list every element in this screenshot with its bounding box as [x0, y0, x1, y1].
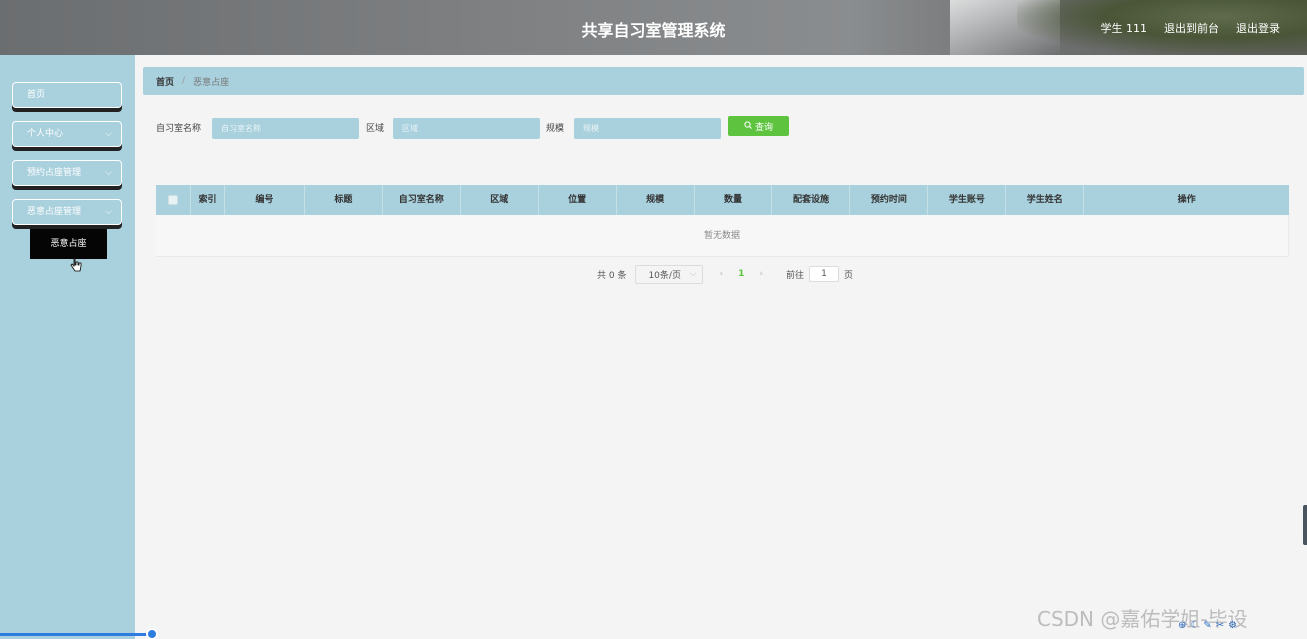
page-unit-label: 页: [843, 270, 853, 281]
room-name-field[interactable]: [212, 118, 359, 139]
header-nav: 学生 111 退出到前台 退出登录: [1101, 20, 1281, 36]
column-header: 位置: [539, 185, 617, 215]
column-header: 索引: [191, 185, 225, 215]
column-header: 配套设施: [772, 185, 851, 215]
sidebar-item-label: 个人中心: [27, 129, 64, 139]
hand-cursor-icon: [70, 257, 82, 277]
prev-page-button[interactable]: ‹: [719, 269, 723, 279]
column-header: 标题: [305, 185, 383, 215]
chevron-down-icon: ⌵: [105, 168, 112, 178]
total-count: 共 0 条: [597, 270, 627, 281]
progress-line: [0, 633, 152, 636]
top-header: 共享自习室管理系统 学生 111 退出到前台 退出登录: [0, 0, 1307, 55]
area-input[interactable]: [402, 124, 539, 133]
pagination: 共 0 条 10条/页 ⌵ ‹ 1 › 前往 1 页: [597, 264, 853, 284]
side-handle[interactable]: [1303, 505, 1307, 545]
sidebar-item-malicious-occupy-management[interactable]: 恶意占座管理 ⌵: [12, 199, 122, 225]
search-label-area: 区域: [366, 124, 385, 134]
scale-input[interactable]: [583, 124, 720, 133]
query-button[interactable]: 查询: [728, 116, 789, 136]
page-number[interactable]: 1: [738, 269, 744, 279]
gear-icon[interactable]: ⚙: [1228, 620, 1237, 631]
breadcrumb-home[interactable]: 首页: [156, 75, 174, 88]
progress-knob[interactable]: [146, 628, 158, 639]
search-label-scale: 规模: [546, 124, 565, 134]
column-header: 学生姓名: [1006, 185, 1085, 215]
back-to-frontend-link[interactable]: 退出到前台: [1164, 20, 1219, 36]
table-header: 索引 编号 标题 自习室名称 区域 位置 规模 数量 配套设施 预约时间 学生账…: [156, 185, 1289, 215]
sidebar-item-reservation-management[interactable]: 预约占座管理 ⌵: [12, 160, 122, 186]
table-empty-state: 暂无数据: [156, 215, 1289, 257]
goto-label: 前往: [785, 270, 804, 281]
pencil-icon[interactable]: ✎: [1203, 620, 1211, 631]
breadcrumb-separator: /: [182, 76, 186, 86]
chevron-down-icon: ⌵: [105, 207, 112, 217]
chevron-down-icon: ⌵: [689, 269, 697, 279]
search-icon: [744, 120, 752, 132]
sidebar-item-label: 恶意占座管理: [27, 207, 82, 217]
breadcrumb: 首页 / 恶意占座: [143, 67, 1304, 95]
logout-link[interactable]: 退出登录: [1236, 20, 1280, 36]
submenu-malicious-occupy[interactable]: 恶意占座: [30, 229, 107, 259]
query-button-label: 查询: [754, 122, 773, 133]
current-user: 学生 111: [1100, 22, 1148, 35]
sidebar-item-personal-center[interactable]: 个人中心 ⌵: [12, 121, 122, 147]
room-name-input[interactable]: [221, 124, 358, 133]
scale-field[interactable]: [574, 118, 721, 139]
select-all-cell[interactable]: [156, 185, 191, 215]
area-field[interactable]: [393, 118, 540, 139]
column-header: 编号: [225, 185, 305, 215]
chevron-down-icon: ⌵: [105, 129, 112, 139]
moon-icon[interactable]: ☾: [1190, 620, 1199, 631]
column-header: 规模: [617, 185, 695, 215]
column-header: 数量: [695, 185, 773, 215]
column-header: 区域: [461, 185, 539, 215]
select-all-checkbox[interactable]: [167, 194, 178, 205]
breadcrumb-current: 恶意占座: [193, 77, 230, 88]
goto-page-input[interactable]: 1: [808, 266, 839, 282]
page-size-value: 10条/页: [648, 270, 681, 281]
column-header: 操作: [1177, 195, 1196, 205]
sidebar-item-label: 首页: [27, 90, 46, 100]
column-header: 学生账号: [928, 185, 1007, 215]
column-header: 自习室名称: [383, 185, 461, 215]
scissors-icon[interactable]: ✂: [1216, 620, 1224, 631]
toolbar-tray: ⊕ ☾ ✎ ✂ ⚙: [1178, 620, 1237, 631]
search-label-room-name: 自习室名称: [156, 124, 202, 134]
page-size-select[interactable]: 10条/页 ⌵: [635, 264, 704, 284]
sidebar-item-home[interactable]: 首页: [12, 82, 122, 108]
sidebar-item-label: 预约占座管理: [27, 168, 82, 178]
ime-icon[interactable]: ⊕: [1178, 620, 1186, 631]
next-page-button[interactable]: ›: [759, 269, 763, 279]
column-header: 预约时间: [850, 185, 929, 215]
